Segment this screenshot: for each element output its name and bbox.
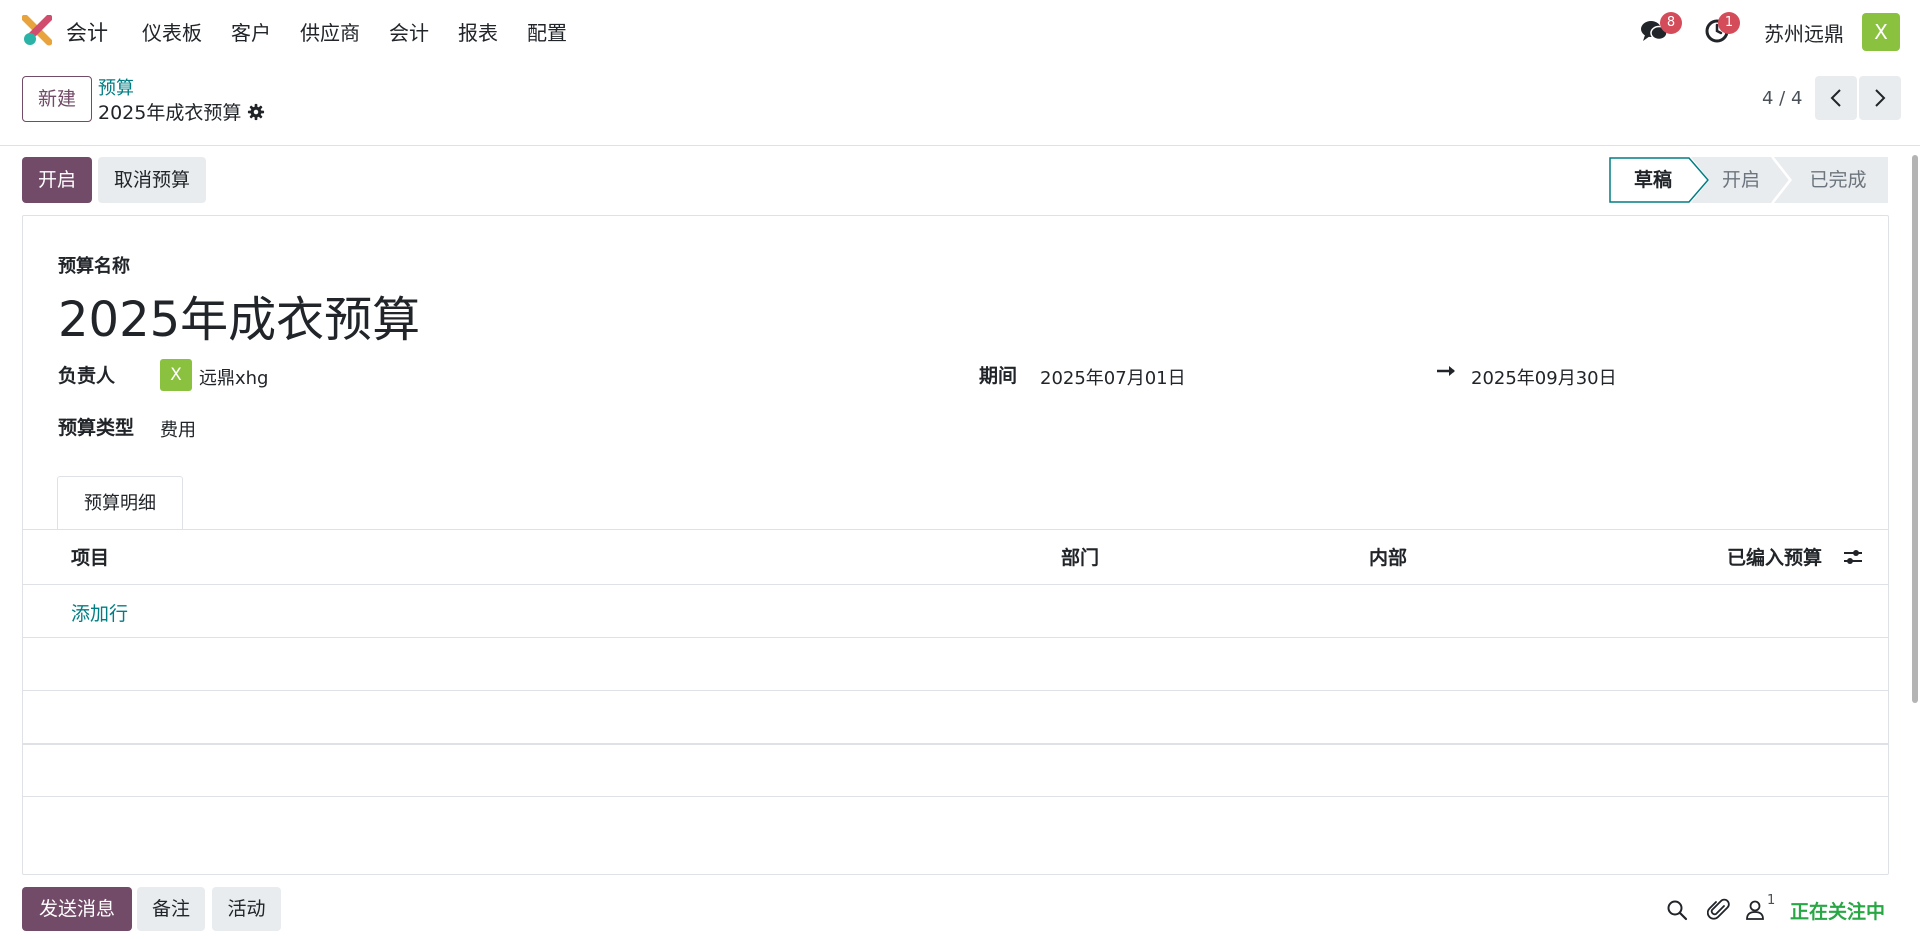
status-draft[interactable]: 草稿: [1609, 157, 1697, 203]
column-options-icon[interactable]: [1841, 545, 1865, 569]
menu-vendors[interactable]: 供应商: [300, 17, 360, 46]
user-avatar[interactable]: X: [1862, 13, 1900, 51]
menu-customers[interactable]: 客户: [231, 17, 271, 46]
breadcrumb-parent[interactable]: 预算: [98, 74, 134, 100]
period-end-field[interactable]: 2025年09月30日: [1471, 364, 1617, 390]
table-row: [23, 744, 1888, 797]
form-sheet: 预算名称 2025年成衣预算 负责人 X 远鼎xhg 预算类型 费用 期间 20…: [22, 215, 1889, 875]
gear-icon[interactable]: [247, 103, 265, 121]
pager-previous-button[interactable]: [1815, 76, 1857, 120]
add-line-link[interactable]: 添加行: [71, 599, 128, 626]
menu-reporting[interactable]: 报表: [458, 17, 498, 46]
new-button[interactable]: 新建: [22, 76, 92, 122]
top-navbar: 会计 仪表板 客户 供应商 会计 报表 配置 8 1 苏州远鼎 X: [0, 0, 1920, 62]
owner-field[interactable]: 远鼎xhg: [199, 364, 269, 390]
add-line-row: 添加行: [23, 585, 1888, 638]
budget-type-label: 预算类型: [58, 417, 135, 439]
status-open[interactable]: 开启: [1701, 157, 1781, 203]
table-row: [23, 638, 1888, 691]
arrow-right-icon: [1437, 366, 1455, 376]
breadcrumb-current: 2025年成衣预算: [98, 98, 265, 125]
chevron-right-icon: [1875, 89, 1886, 107]
chat-button[interactable]: 8: [1640, 0, 1682, 62]
activity-button-chatter[interactable]: 活动: [212, 887, 281, 931]
scrollbar[interactable]: [1912, 155, 1918, 703]
user-icon: [1746, 900, 1764, 920]
chat-count-badge: 8: [1660, 12, 1682, 34]
menu-configuration[interactable]: 配置: [527, 17, 567, 46]
main-menu: 仪表板 客户 供应商 会计 报表 配置: [142, 17, 596, 46]
app-logo-icon[interactable]: [22, 15, 52, 47]
budget-type-field[interactable]: 费用: [160, 416, 196, 442]
column-header-item[interactable]: 项目: [71, 543, 109, 570]
cancel-budget-button[interactable]: 取消预算: [98, 157, 206, 203]
column-header-budgeted[interactable]: 已编入预算: [1727, 543, 1822, 570]
period-start-field[interactable]: 2025年07月01日: [1040, 364, 1186, 390]
open-budget-button[interactable]: 开启: [22, 157, 92, 203]
chevron-left-icon: [1830, 89, 1841, 107]
owner-label: 负责人: [58, 365, 116, 387]
menu-accounting[interactable]: 会计: [389, 17, 429, 46]
followers-button[interactable]: 1: [1745, 893, 1781, 923]
column-header-internal[interactable]: 内部: [1369, 543, 1407, 570]
log-note-button[interactable]: 备注: [137, 887, 205, 931]
column-header-department[interactable]: 部门: [1061, 543, 1099, 570]
activity-button[interactable]: 1: [1704, 0, 1744, 62]
tab-budget-lines[interactable]: 预算明细: [57, 476, 183, 530]
budget-name-field[interactable]: 2025年成衣预算: [58, 280, 420, 350]
pager-next-button[interactable]: [1859, 76, 1901, 120]
app-name[interactable]: 会计: [66, 17, 108, 47]
follow-button[interactable]: 正在关注中: [1790, 897, 1885, 924]
search-icon[interactable]: [1666, 899, 1688, 921]
menu-dashboard[interactable]: 仪表板: [142, 17, 202, 46]
table-header-row: 项目 部门 内部 已编入预算: [23, 529, 1888, 585]
activity-count-badge: 1: [1718, 12, 1740, 34]
follower-count: 1: [1767, 893, 1776, 908]
send-message-button[interactable]: 发送消息: [22, 887, 132, 931]
pager-value[interactable]: 4 / 4: [1762, 88, 1802, 109]
period-label: 期间: [979, 365, 1018, 387]
table-row: [23, 691, 1888, 744]
control-panel: 新建 预算 2025年成衣预算 4 / 4: [0, 62, 1920, 146]
status-done[interactable]: 已完成: [1789, 157, 1887, 203]
owner-avatar: X: [160, 359, 192, 391]
budget-name-label: 预算名称: [58, 256, 130, 277]
company-switcher[interactable]: 苏州远鼎: [1764, 18, 1844, 47]
paperclip-icon[interactable]: [1707, 897, 1731, 923]
breadcrumb-current-label: 2025年成衣预算: [98, 102, 242, 124]
